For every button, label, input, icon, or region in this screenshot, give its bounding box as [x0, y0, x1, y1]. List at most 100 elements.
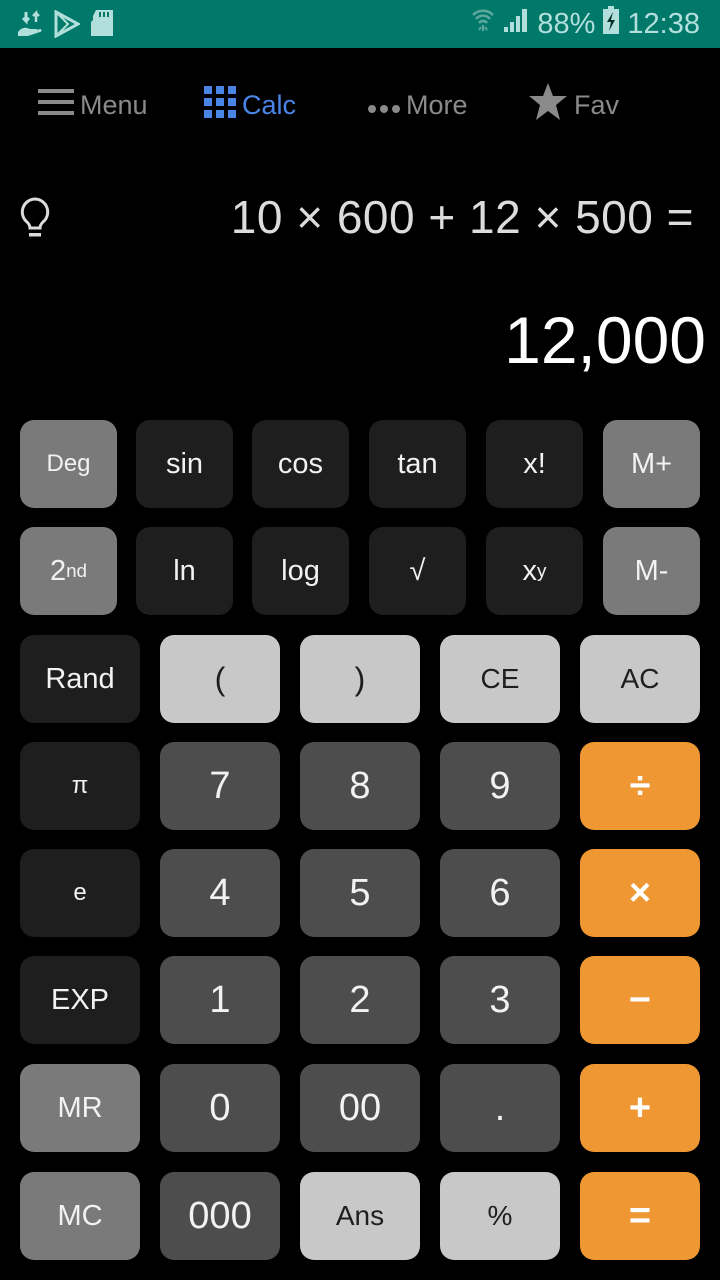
key-label: (: [214, 660, 226, 697]
key-label: log: [281, 554, 320, 587]
key-label: 2: [49, 554, 67, 587]
signal-icon: [503, 7, 529, 41]
digit-5-button[interactable]: 5: [300, 849, 420, 937]
sd-card-icon: [91, 10, 113, 41]
sqrt-button[interactable]: √: [369, 527, 466, 615]
key-label: Deg: [46, 450, 91, 477]
data-transfer-icon: [16, 9, 44, 43]
key-label: .: [494, 1086, 506, 1129]
key-label: Rand: [45, 662, 115, 695]
key-label: EXP: [50, 983, 110, 1016]
wifi-icon: [471, 7, 495, 41]
nav-calc-label: Calc: [242, 89, 297, 120]
key-label: MC: [57, 1199, 103, 1232]
key-label: =: [628, 1194, 652, 1237]
key-label: e: [73, 879, 87, 906]
digit-1-button[interactable]: 1: [160, 956, 280, 1044]
key-label: x: [522, 554, 538, 587]
key-label: tan: [397, 447, 438, 480]
digit-0-button[interactable]: 0: [160, 1064, 280, 1152]
key-label: %: [487, 1200, 513, 1231]
key-label: cos: [277, 447, 324, 480]
digit-9-button[interactable]: 9: [440, 742, 560, 830]
key-label: ÷: [629, 764, 651, 807]
key-label: 8: [349, 764, 371, 807]
exp-button[interactable]: EXP: [20, 956, 140, 1044]
key-label: x!: [523, 447, 546, 480]
cos-button[interactable]: cos: [252, 420, 349, 508]
digit-3-button[interactable]: 3: [440, 956, 560, 1044]
memory-add-button[interactable]: M+: [603, 420, 700, 508]
percent-button[interactable]: %: [440, 1172, 560, 1260]
lightbulb-icon[interactable]: [18, 196, 52, 245]
result-display: 12,000: [504, 303, 706, 377]
clock: 12:38: [627, 7, 700, 40]
open-paren-button[interactable]: (: [160, 635, 280, 723]
close-paren-button[interactable]: ): [300, 635, 420, 723]
key-label: 4: [209, 871, 231, 914]
ln-button[interactable]: ln: [136, 527, 233, 615]
tan-button[interactable]: tan: [369, 420, 466, 508]
play-store-icon: [54, 9, 82, 43]
euler-button[interactable]: e: [20, 849, 140, 937]
key-label: 7: [209, 764, 231, 807]
log-button[interactable]: log: [252, 527, 349, 615]
nav-menu[interactable]: Menu: [38, 70, 148, 140]
double-zero-button[interactable]: 00: [300, 1064, 420, 1152]
digit-8-button[interactable]: 8: [300, 742, 420, 830]
expression-display: 10 × 600 + 12 × 500 =: [230, 191, 694, 243]
triple-zero-button[interactable]: 000: [160, 1172, 280, 1260]
key-label: ): [354, 660, 366, 697]
nav-calc[interactable]: Calc: [204, 70, 296, 140]
second-function-button[interactable]: 2nd: [20, 527, 117, 615]
memory-subtract-button[interactable]: M-: [603, 527, 700, 615]
all-clear-button[interactable]: AC: [580, 635, 700, 723]
key-label: 1: [209, 978, 231, 1021]
digit-7-button[interactable]: 7: [160, 742, 280, 830]
clear-entry-button[interactable]: CE: [440, 635, 560, 723]
digit-6-button[interactable]: 6: [440, 849, 560, 937]
top-navigation: Menu Calc More Fav: [0, 70, 720, 140]
nav-fav-label: Fav: [574, 89, 620, 120]
sin-button[interactable]: sin: [136, 420, 233, 508]
digit-4-button[interactable]: 4: [160, 849, 280, 937]
key-label: 00: [338, 1086, 382, 1129]
answer-button[interactable]: Ans: [300, 1172, 420, 1260]
nav-fav[interactable]: Fav: [528, 70, 619, 140]
grid-icon: [204, 85, 236, 125]
deg-toggle-button[interactable]: Deg: [20, 420, 117, 508]
key-label: 3: [489, 978, 511, 1021]
digit-2-button[interactable]: 2: [300, 956, 420, 1044]
key-label: 2: [349, 978, 371, 1021]
subtract-button[interactable]: −: [580, 956, 700, 1044]
decimal-button[interactable]: .: [440, 1064, 560, 1152]
key-label: 000: [188, 1194, 252, 1237]
memory-clear-button[interactable]: MC: [20, 1172, 140, 1260]
key-label: 9: [489, 764, 511, 807]
key-label: MR: [57, 1091, 103, 1124]
key-label: Ans: [335, 1200, 385, 1231]
memory-recall-button[interactable]: MR: [20, 1064, 140, 1152]
key-label: ln: [173, 554, 196, 587]
key-label: M-: [634, 554, 669, 587]
random-button[interactable]: Rand: [20, 635, 140, 723]
power-button[interactable]: xy: [486, 527, 583, 615]
equals-button[interactable]: =: [580, 1172, 700, 1260]
key-label: +: [628, 1086, 652, 1129]
factorial-button[interactable]: x!: [486, 420, 583, 508]
battery-charging-icon: [603, 6, 620, 42]
multiply-button[interactable]: ×: [580, 849, 700, 937]
key-label: 5: [349, 871, 371, 914]
star-icon: [528, 82, 568, 128]
key-label: sin: [165, 447, 204, 480]
nav-more[interactable]: More: [368, 70, 468, 140]
key-label: π: [71, 772, 89, 799]
divide-button[interactable]: ÷: [580, 742, 700, 830]
add-button[interactable]: +: [580, 1064, 700, 1152]
dots-icon: [368, 90, 400, 121]
nav-more-label: More: [406, 89, 468, 120]
pi-button[interactable]: π: [20, 742, 140, 830]
key-label: AC: [620, 663, 660, 694]
battery-percent: 88%: [537, 7, 596, 40]
nav-menu-label: Menu: [80, 89, 148, 120]
